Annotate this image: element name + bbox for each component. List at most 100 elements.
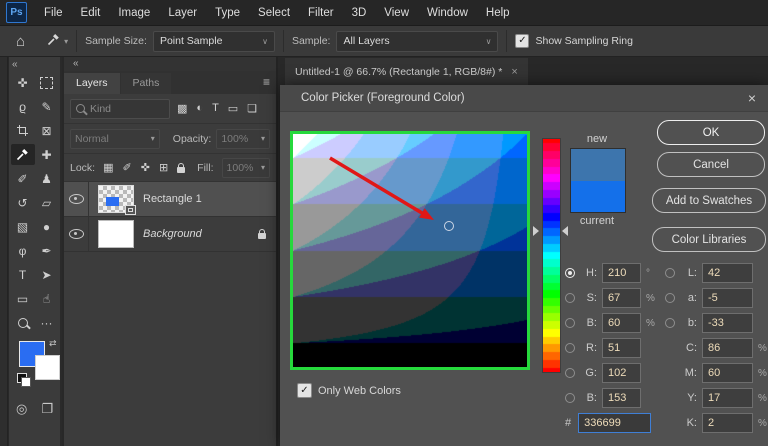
layer-name[interactable]: Rectangle 1 <box>143 193 202 205</box>
menu-edit[interactable]: Edit <box>72 7 110 19</box>
l-radio[interactable] <box>665 268 675 278</box>
close-tab-icon[interactable]: × <box>511 66 517 78</box>
menu-3d[interactable]: 3D <box>343 7 376 19</box>
default-colors-icon[interactable] <box>17 373 31 387</box>
visibility-toggle[interactable] <box>64 182 89 216</box>
show-sampling-ring-checkbox[interactable]: ✓ <box>515 34 530 48</box>
document-tab[interactable]: Untitled-1 @ 66.7% (Rectangle 1, RGB/8#)… <box>285 58 528 85</box>
current-color-swatch[interactable] <box>571 180 625 212</box>
close-dialog-icon[interactable]: × <box>748 90 756 106</box>
lock-position-icon[interactable]: ✜ <box>141 161 150 174</box>
crop-tool[interactable] <box>11 120 35 141</box>
lab-b-input[interactable]: -33 <box>702 313 753 333</box>
color-field[interactable] <box>293 134 527 367</box>
toolbar-more[interactable]: ··· <box>35 312 59 333</box>
opacity-select[interactable]: 100% ▾ <box>216 128 270 149</box>
b-input[interactable]: 60 <box>602 313 641 333</box>
add-to-swatches-button[interactable]: Add to Swatches <box>652 188 766 213</box>
c-input[interactable]: 86 <box>702 338 753 358</box>
s-radio[interactable] <box>565 293 575 303</box>
h-input[interactable]: 210 <box>602 263 641 283</box>
color-field-marker[interactable] <box>443 221 454 232</box>
a-input[interactable]: -5 <box>702 288 753 308</box>
hand-tool[interactable]: ☝ <box>35 288 59 309</box>
frame-tool[interactable]: ⊠ <box>35 120 59 141</box>
quick-mask-icon[interactable]: ◎ <box>16 401 27 417</box>
shape-layer-filter-icon[interactable]: ▭ <box>228 102 238 115</box>
layer-row-background[interactable]: Background <box>64 217 276 252</box>
eraser-tool[interactable]: ▱ <box>35 192 59 213</box>
pixel-layer-filter-icon[interactable]: ▩ <box>177 102 187 115</box>
fill-select[interactable]: 100% ▾ <box>221 157 270 178</box>
blur-tool[interactable]: ● <box>35 216 59 237</box>
collapse-tools-icon[interactable]: « <box>9 57 60 72</box>
only-web-colors-checkbox[interactable]: ✓ <box>297 383 312 398</box>
adjustment-layer-filter-icon[interactable]: ◐ <box>196 102 203 115</box>
menu-filter[interactable]: Filter <box>299 7 343 19</box>
rectangle-tool[interactable]: ▭ <box>11 288 35 309</box>
menu-type[interactable]: Type <box>206 7 249 19</box>
k-input[interactable]: 2 <box>702 413 753 433</box>
brush-tool[interactable]: ✐ <box>11 168 35 189</box>
a-radio[interactable] <box>665 293 675 303</box>
history-brush-tool[interactable]: ↺ <box>11 192 35 213</box>
b2-radio[interactable] <box>565 393 575 403</box>
swap-colors-icon[interactable]: ⇄ <box>49 338 57 349</box>
healing-brush-tool[interactable]: ✚ <box>35 144 59 165</box>
visibility-toggle[interactable] <box>64 217 89 251</box>
blend-mode-select[interactable]: Normal ▾ <box>70 128 160 149</box>
layer-row-rectangle-1[interactable]: Rectangle 1 <box>64 182 276 217</box>
smart-object-filter-icon[interactable]: ❏ <box>247 102 257 115</box>
menu-help[interactable]: Help <box>477 7 519 19</box>
ok-button[interactable]: OK <box>657 120 765 145</box>
l-input[interactable]: 42 <box>702 263 753 283</box>
b2-input[interactable]: 153 <box>602 388 641 408</box>
current-tool-indicator[interactable]: ▾ <box>47 33 68 49</box>
r-input[interactable]: 51 <box>602 338 641 358</box>
lock-transparency-icon[interactable]: ▦ <box>103 161 113 174</box>
quick-selection-tool[interactable]: ✎ <box>35 96 59 117</box>
tab-layers[interactable]: Layers <box>64 73 120 94</box>
h-radio[interactable] <box>565 268 575 278</box>
menu-layer[interactable]: Layer <box>159 7 206 19</box>
sample-select[interactable]: All Layers ∨ <box>336 30 499 52</box>
menu-select[interactable]: Select <box>249 7 299 19</box>
photoshop-logo-icon[interactable]: Ps <box>6 2 27 23</box>
home-icon[interactable]: ⌂ <box>16 33 25 50</box>
type-tool[interactable]: T <box>11 264 35 285</box>
layer-name[interactable]: Background <box>143 228 202 240</box>
layer-thumbnail[interactable] <box>98 220 134 248</box>
hex-input[interactable]: 336699 <box>578 413 652 433</box>
lock-all-icon[interactable] <box>177 162 186 173</box>
gradient-tool[interactable]: ▧ <box>11 216 35 237</box>
move-tool[interactable]: ✜ <box>11 72 35 93</box>
b-radio[interactable] <box>565 318 575 328</box>
lock-paint-icon[interactable]: ✐ <box>123 161 132 174</box>
screen-mode-icon[interactable]: ❐ <box>41 401 53 417</box>
g-input[interactable]: 102 <box>602 363 641 383</box>
type-layer-filter-icon[interactable]: T <box>212 102 219 115</box>
clone-stamp-tool[interactable]: ♟ <box>35 168 59 189</box>
menu-image[interactable]: Image <box>109 7 159 19</box>
lock-artboard-icon[interactable]: ⊞ <box>159 161 168 174</box>
layer-search-input[interactable]: Kind <box>70 98 170 119</box>
lab-b-radio[interactable] <box>665 318 675 328</box>
collapse-panel-icon[interactable]: « <box>64 57 276 71</box>
sample-size-select[interactable]: Point Sample ∨ <box>152 30 275 52</box>
panel-menu-icon[interactable]: ≡ <box>263 75 270 89</box>
tab-paths[interactable]: Paths <box>120 73 172 94</box>
dodge-tool[interactable]: φ <box>11 240 35 261</box>
lasso-tool[interactable]: ϱ <box>11 96 35 117</box>
y-input[interactable]: 17 <box>702 388 753 408</box>
cancel-button[interactable]: Cancel <box>657 152 765 177</box>
g-radio[interactable] <box>565 368 575 378</box>
menu-file[interactable]: File <box>35 7 72 19</box>
pen-tool[interactable]: ✒ <box>35 240 59 261</box>
background-color-swatch[interactable] <box>35 355 60 380</box>
hue-slider[interactable] <box>542 138 561 373</box>
menu-view[interactable]: View <box>375 7 418 19</box>
m-input[interactable]: 60 <box>702 363 753 383</box>
layer-thumbnail[interactable] <box>98 185 136 215</box>
dialog-title-bar[interactable]: Color Picker (Foreground Color) × <box>280 85 768 112</box>
eyedropper-tool[interactable] <box>10 144 35 165</box>
